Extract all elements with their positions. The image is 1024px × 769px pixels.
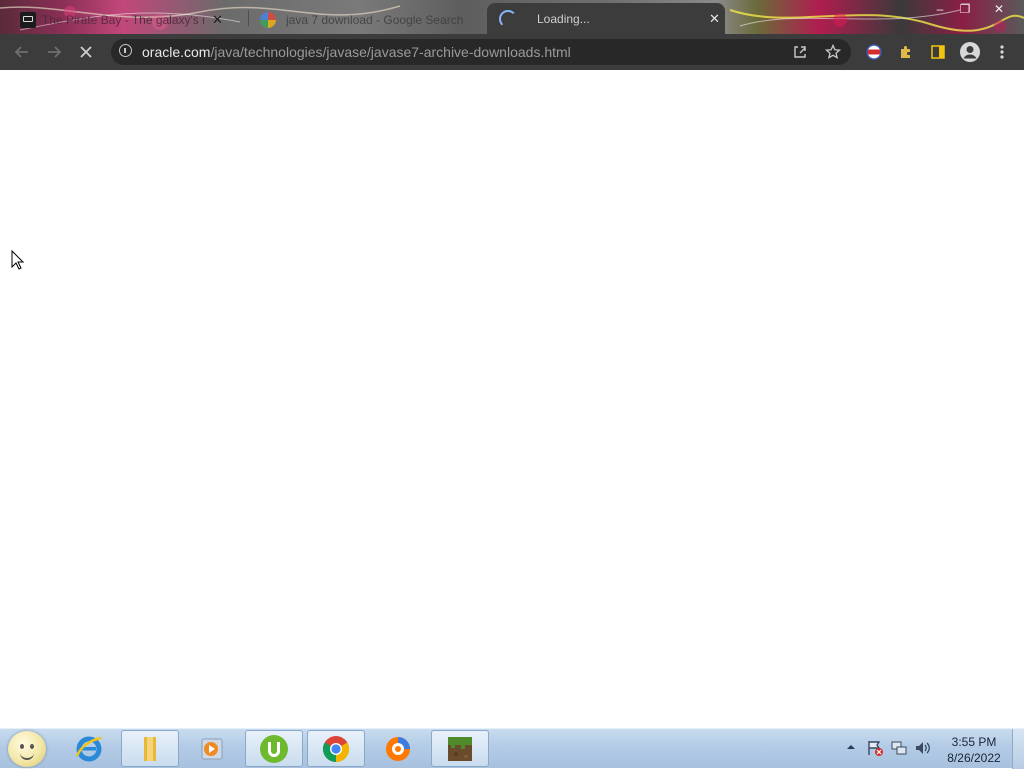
flag-warning-icon bbox=[868, 741, 883, 756]
pirate-bay-icon bbox=[20, 11, 36, 28]
side-panel-button[interactable] bbox=[926, 41, 950, 63]
taskbar-utorrent[interactable] bbox=[245, 730, 303, 767]
menu-button[interactable] bbox=[990, 41, 1014, 63]
tab-title: java 7 download - Google Search bbox=[286, 12, 464, 27]
bookmark-button[interactable] bbox=[821, 41, 845, 63]
media-player-icon bbox=[201, 738, 223, 759]
chrome-icon bbox=[322, 735, 350, 762]
folder-icon bbox=[144, 736, 156, 761]
taskbar-media-player[interactable] bbox=[183, 730, 241, 767]
extensions-menu-button[interactable] bbox=[894, 41, 918, 63]
tab-active-loading[interactable]: Loading... ✕ bbox=[487, 3, 725, 34]
star-icon bbox=[825, 44, 841, 60]
tab-pirate-bay[interactable]: The Pirate Bay - The galaxy's most resil… bbox=[14, 5, 244, 34]
taskbar-internet-explorer[interactable] bbox=[60, 730, 118, 767]
taskbar-avast-browser[interactable] bbox=[369, 730, 427, 767]
extension-button[interactable] bbox=[862, 41, 886, 63]
google-icon bbox=[260, 11, 276, 28]
start-orb-eye bbox=[20, 744, 24, 749]
start-orb-mouth bbox=[20, 752, 34, 760]
flag-extension-icon bbox=[866, 44, 882, 60]
browser-toolbar: oracle.com/java/technologies/javase/java… bbox=[0, 34, 1024, 70]
avatar-icon bbox=[960, 42, 980, 62]
puzzle-icon bbox=[901, 46, 910, 58]
start-orb-eye bbox=[30, 744, 34, 749]
system-clock[interactable]: 3:55 PM 8/26/2022 bbox=[940, 734, 1008, 766]
maximize-button[interactable]: ❐ bbox=[950, 0, 980, 18]
mouse-cursor-icon bbox=[11, 250, 25, 270]
back-button[interactable] bbox=[10, 41, 34, 63]
action-center-button[interactable] bbox=[866, 739, 884, 760]
web-page-content bbox=[0, 70, 1024, 728]
utorrent-icon bbox=[260, 734, 288, 763]
taskbar-minecraft[interactable] bbox=[431, 730, 489, 767]
side-panel-icon bbox=[931, 45, 945, 59]
url-path: /java/technologies/javase/javase7-archiv… bbox=[210, 44, 571, 60]
stop-loading-button[interactable] bbox=[74, 41, 98, 63]
speaker-icon bbox=[916, 742, 930, 754]
url-host: oracle.com bbox=[142, 44, 211, 60]
clock-date: 8/26/2022 bbox=[947, 751, 1001, 765]
tab-separator bbox=[248, 10, 249, 26]
network-button[interactable] bbox=[890, 739, 908, 760]
stop-icon bbox=[80, 46, 92, 58]
address-bar[interactable]: oracle.com/java/technologies/javase/java… bbox=[111, 39, 851, 65]
profile-button[interactable] bbox=[958, 41, 982, 63]
minecraft-icon bbox=[448, 736, 472, 761]
ie-icon bbox=[75, 736, 102, 761]
share-icon bbox=[794, 46, 806, 58]
network-icon bbox=[891, 741, 907, 755]
tab-strip: The Pirate Bay - The galaxy's most resil… bbox=[0, 0, 1024, 34]
tab-title: The Pirate Bay - The galaxy's most resil… bbox=[42, 12, 204, 27]
clock-time: 3:55 PM bbox=[951, 735, 997, 749]
share-button[interactable] bbox=[788, 41, 812, 63]
taskbar: 3:55 PM 8/26/2022 bbox=[0, 728, 1024, 769]
show-hidden-icons-button[interactable] bbox=[846, 742, 856, 754]
chevron-up-icon bbox=[847, 745, 855, 749]
loading-spinner-icon bbox=[499, 9, 517, 28]
tab-google-search[interactable]: java 7 download - Google Search bbox=[254, 5, 482, 34]
close-tab-icon[interactable]: ✕ bbox=[709, 11, 720, 27]
close-tab-icon[interactable]: ✕ bbox=[212, 12, 223, 28]
kebab-menu-icon bbox=[1000, 45, 1004, 59]
tab-title: Loading... bbox=[537, 11, 590, 26]
start-button[interactable] bbox=[8, 731, 46, 767]
url-text[interactable]: oracle.com/java/technologies/javase/java… bbox=[142, 44, 571, 60]
volume-button[interactable] bbox=[914, 739, 932, 760]
forward-button[interactable] bbox=[42, 41, 66, 63]
avast-icon bbox=[386, 736, 410, 761]
back-arrow-icon bbox=[14, 46, 28, 58]
taskbar-file-explorer[interactable] bbox=[121, 730, 179, 767]
taskbar-chrome[interactable] bbox=[307, 730, 365, 767]
close-window-button[interactable]: ✕ bbox=[984, 0, 1014, 18]
forward-arrow-icon bbox=[48, 46, 62, 58]
site-info-icon[interactable] bbox=[119, 44, 132, 57]
show-desktop-button[interactable] bbox=[1012, 729, 1024, 769]
